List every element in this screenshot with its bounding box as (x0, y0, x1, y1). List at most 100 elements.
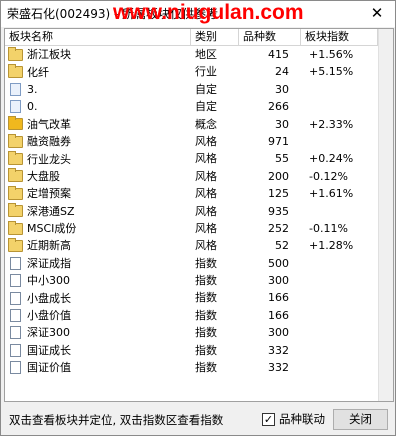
sector-category: 指数 (195, 274, 217, 288)
table-row[interactable]: 3. 自定 30 (5, 81, 378, 98)
sector-name-cell: 行业龙头 (5, 150, 191, 167)
sector-list[interactable]: 板块名称 类别 品种数 板块指数 浙江板块 地区 415 +1.56% 化纤 行业 24 +5… (4, 28, 394, 402)
table-row[interactable]: 行业龙头 风格 55 +0.24% (5, 150, 378, 167)
sector-index-change: -0.12% (309, 169, 348, 183)
sector-count: 24 (275, 65, 289, 79)
sector-name: 小盘成长 (27, 291, 71, 305)
table-row[interactable]: 定增预案 风格 125 +1.61% (5, 185, 378, 202)
document-icon (10, 309, 21, 323)
sector-name: 浙江板块 (27, 48, 71, 62)
table-body: 浙江板块 地区 415 +1.56% 化纤 行业 24 +5.15% 3. 自定 30 0. 自定 266… (5, 46, 378, 376)
sector-name-cell: 小盘成长 (5, 289, 191, 306)
sector-count: 415 (268, 48, 289, 61)
sector-name-cell: 大盘股 (5, 168, 191, 185)
sector-index-change (301, 342, 378, 359)
table-row[interactable]: 小盘成长 指数 166 (5, 289, 378, 306)
table-row[interactable]: 深证300 指数 300 (5, 324, 378, 341)
sector-category: 风格 (195, 221, 217, 235)
document-icon (10, 361, 21, 375)
folder-icon (8, 151, 23, 166)
close-icon[interactable]: ✕ (369, 4, 385, 22)
table-row[interactable]: 深港通SZ 风格 935 (5, 203, 378, 220)
sector-count: 166 (268, 308, 289, 322)
table-row[interactable]: 大盘股 风格 200 -0.12% (5, 168, 378, 185)
vertical-scrollbar[interactable] (378, 29, 393, 401)
sector-category: 指数 (195, 343, 217, 357)
sector-count: 500 (268, 256, 289, 270)
table-row[interactable]: 国证价值 指数 332 (5, 359, 378, 376)
column-header-count[interactable]: 品种数 (239, 29, 301, 46)
sector-index-change (301, 255, 378, 272)
table-row[interactable]: 0. 自定 266 (5, 98, 378, 115)
sector-name: 国证价值 (27, 361, 71, 375)
sector-category: 风格 (195, 204, 217, 218)
folder-icon (8, 185, 23, 200)
sector-count: 30 (275, 117, 289, 131)
sector-name: 融资融券 (27, 135, 71, 149)
sector-name-cell: 中小300 (5, 272, 191, 289)
sector-count: 200 (268, 169, 289, 183)
column-header-category[interactable]: 类别 (191, 29, 239, 46)
sector-category: 风格 (195, 169, 217, 183)
sector-name: 国证成长 (27, 343, 71, 357)
sector-category: 行业 (195, 65, 217, 79)
sector-index-change (301, 98, 378, 115)
table-row[interactable]: 油气改革 概念 30 +2.33% (5, 116, 378, 133)
sector-name: 0. (27, 100, 38, 114)
sector-name-cell: 3. (5, 81, 191, 98)
sector-count: 332 (268, 343, 289, 357)
table-row[interactable]: 浙江板块 地区 415 +1.56% (5, 46, 378, 63)
checkbox-icon[interactable]: ✓ (262, 412, 275, 426)
table-row[interactable]: 中小300 指数 300 (5, 272, 378, 289)
sector-name: 油气改革 (27, 117, 71, 131)
sector-name-cell: MSCI成份 (5, 220, 191, 237)
column-header-name[interactable]: 板块名称 (5, 29, 191, 46)
table-row[interactable]: 小盘价值 指数 166 (5, 307, 378, 324)
sector-category: 指数 (195, 326, 217, 340)
sector-name-cell: 深证300 (5, 324, 191, 341)
sector-category: 地区 (195, 48, 217, 61)
sector-name-cell: 油气改革 (5, 116, 191, 133)
sector-name-cell: 近期新高 (5, 237, 191, 254)
close-button[interactable]: 关闭 (333, 409, 388, 430)
sector-name: 深港通SZ (27, 204, 75, 218)
sector-name: 深证成指 (27, 256, 71, 270)
folder-icon (8, 133, 23, 148)
sector-name: 中小300 (27, 274, 70, 288)
sector-category: 指数 (195, 256, 217, 270)
link-toggle[interactable]: ✓ 品种联动 (262, 411, 325, 427)
sector-category: 风格 (195, 134, 217, 148)
column-header-index[interactable]: 板块指数 (301, 29, 378, 46)
table-row[interactable]: 国证成长 指数 332 (5, 342, 378, 359)
sector-name-cell: 国证价值 (5, 359, 191, 376)
title-bar[interactable]: 荣盛石化(002493) - 所属板块仅供参考 www.niugulan.com… (1, 1, 395, 27)
document-icon (10, 343, 21, 357)
folder-icon (8, 116, 23, 131)
table-row[interactable]: 深证成指 指数 500 (5, 255, 378, 272)
sector-count: 332 (268, 361, 289, 375)
folder-icon (8, 64, 23, 79)
sector-category: 自定 (195, 82, 217, 96)
sector-index-change: +1.61% (309, 187, 354, 201)
sector-index-change: +0.24% (309, 152, 354, 166)
sector-index-change (301, 307, 378, 324)
sector-category: 指数 (195, 291, 217, 305)
table-row[interactable]: 近期新高 风格 52 +1.28% (5, 237, 378, 254)
sector-category: 风格 (195, 152, 217, 166)
table-row[interactable]: 融资融券 风格 971 (5, 133, 378, 150)
sector-name-cell: 深证成指 (5, 255, 191, 272)
sector-count: 55 (275, 152, 289, 166)
table-header: 板块名称 类别 品种数 板块指数 (5, 29, 378, 46)
sector-index-change (301, 324, 378, 341)
sector-index-change: +2.33% (309, 117, 354, 131)
document-icon (10, 256, 21, 270)
sector-name-cell: 0. (5, 98, 191, 115)
document-icon (10, 274, 21, 288)
status-bar: 双击查看板块并定位, 双击指数区查看指数 ✓ 品种联动 关闭 (4, 405, 394, 433)
hint-text: 双击查看板块并定位, 双击指数区查看指数 (9, 413, 224, 427)
folder-icon (8, 46, 23, 61)
table-row[interactable]: 化纤 行业 24 +5.15% (5, 63, 378, 80)
sector-count: 52 (275, 239, 289, 253)
sector-name: 化纤 (27, 65, 49, 79)
table-row[interactable]: MSCI成份 风格 252 -0.11% (5, 220, 378, 237)
